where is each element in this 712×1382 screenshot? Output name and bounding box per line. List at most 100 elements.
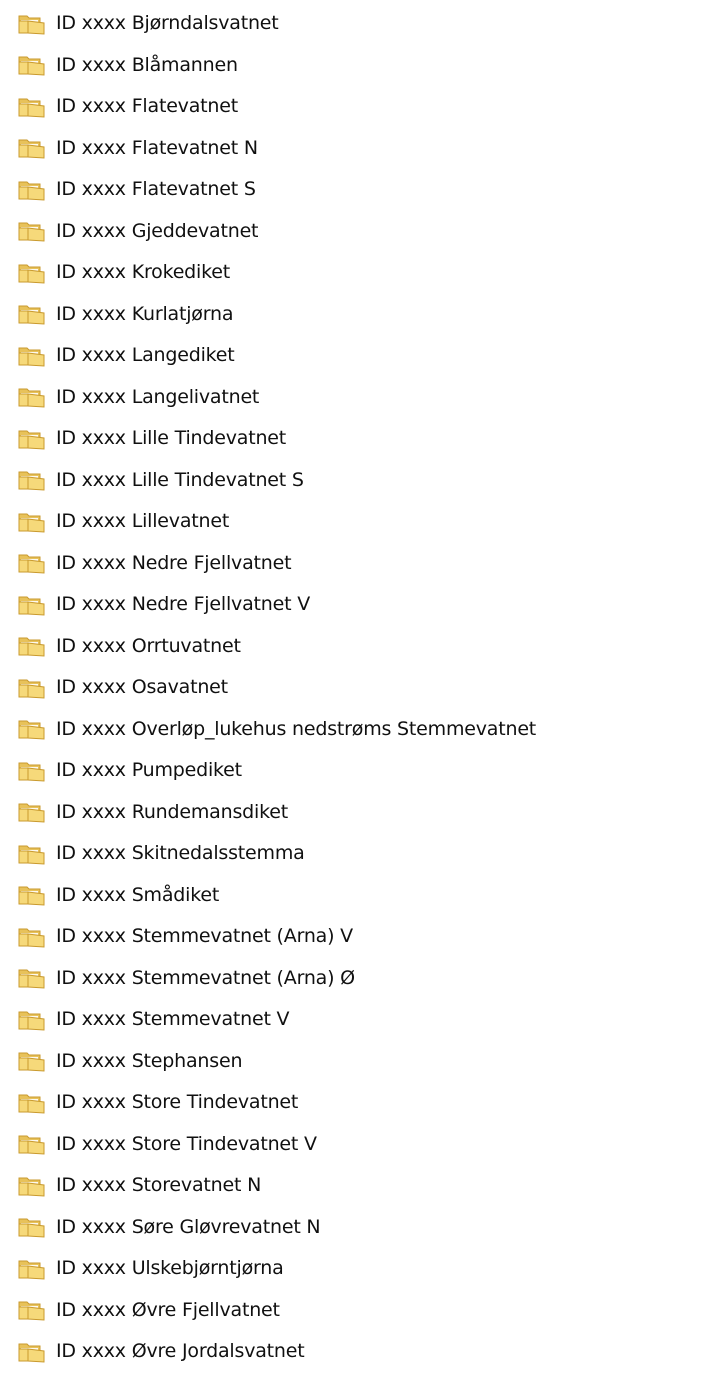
folder-name: ID xxxx Stephansen	[56, 1049, 243, 1072]
folder-icon	[18, 513, 45, 533]
folder-item[interactable]: ID xxxx Orrtuvatnet	[0, 626, 712, 668]
folder-icon	[18, 98, 45, 118]
folder-name: ID xxxx Krokediket	[56, 261, 230, 284]
folder-item[interactable]: ID xxxx Lille Tindevatnet	[0, 418, 712, 460]
folder-icon	[18, 803, 45, 823]
folder-name: ID xxxx Stemmevatnet (Arna) Ø	[56, 966, 355, 989]
folder-item[interactable]: ID xxxx Blåmannen	[0, 45, 712, 87]
folder-name: ID xxxx Blåmannen	[56, 53, 238, 76]
folder-item[interactable]: ID xxxx Gjeddevatnet	[0, 211, 712, 253]
folder-icon	[18, 969, 45, 989]
folder-item[interactable]: ID xxxx Osavatnet	[0, 667, 712, 709]
folder-item[interactable]: ID xxxx Smådiket	[0, 875, 712, 917]
folder-list: ID xxxx Bjørndalsvatnet ID xxxx Blåmannen…	[0, 3, 712, 1373]
folder-icon	[18, 139, 45, 159]
folder-icon	[18, 762, 45, 782]
folder-icon	[18, 222, 45, 242]
folder-item[interactable]: ID xxxx Flatevatnet	[0, 86, 712, 128]
folder-icon	[18, 886, 45, 906]
folder-item[interactable]: ID xxxx Krokediket	[0, 252, 712, 294]
folder-name: ID xxxx Smådiket	[56, 883, 220, 906]
folder-icon	[18, 1218, 45, 1238]
folder-name: ID xxxx Bjørndalsvatnet	[56, 12, 279, 35]
folder-item[interactable]: ID xxxx Nedre Fjellvatnet	[0, 543, 712, 585]
folder-icon	[18, 1177, 45, 1197]
folder-name: ID xxxx Søre Gløvrevatnet N	[56, 1215, 321, 1238]
folder-name: ID xxxx Ulskebjørntjørna	[56, 1257, 284, 1280]
folder-name: ID xxxx Flatevatnet N	[56, 136, 258, 159]
folder-icon	[18, 637, 45, 657]
folder-item[interactable]: ID xxxx Søre Gløvrevatnet N	[0, 1207, 712, 1249]
folder-item[interactable]: ID xxxx Øvre Fjellvatnet	[0, 1290, 712, 1332]
folder-icon	[18, 56, 45, 76]
folder-item[interactable]: ID xxxx Øvre Jordalsvatnet	[0, 1331, 712, 1373]
folder-item[interactable]: ID xxxx Rundemansdiket	[0, 792, 712, 834]
folder-name: ID xxxx Stemmevatnet V	[56, 1008, 290, 1031]
folder-item[interactable]: ID xxxx Langelivatnet	[0, 377, 712, 419]
folder-icon	[18, 305, 45, 325]
folder-name: ID xxxx Flatevatnet	[56, 95, 238, 118]
folder-name: ID xxxx Osavatnet	[56, 676, 228, 699]
folder-item[interactable]: ID xxxx Store Tindevatnet	[0, 1082, 712, 1124]
folder-icon	[18, 1011, 45, 1031]
folder-name: ID xxxx Stemmevatnet (Arna) V	[56, 925, 353, 948]
folder-item[interactable]: ID xxxx Stephansen	[0, 1041, 712, 1083]
folder-name: ID xxxx Rundemansdiket	[56, 800, 288, 823]
folder-name: ID xxxx Orrtuvatnet	[56, 634, 241, 657]
folder-icon	[18, 1260, 45, 1280]
folder-item[interactable]: ID xxxx Skitnedalsstemma	[0, 833, 712, 875]
folder-icon	[18, 471, 45, 491]
folder-item[interactable]: ID xxxx Flatevatnet S	[0, 169, 712, 211]
folder-name: ID xxxx Skitnedalsstemma	[56, 842, 305, 865]
folder-item[interactable]: ID xxxx Lille Tindevatnet S	[0, 460, 712, 502]
folder-icon	[18, 15, 45, 35]
folder-name: ID xxxx Øvre Fjellvatnet	[56, 1298, 280, 1321]
folder-item[interactable]: ID xxxx Ulskebjørntjørna	[0, 1248, 712, 1290]
folder-item[interactable]: ID xxxx Langediket	[0, 335, 712, 377]
folder-name: ID xxxx Lillevatnet	[56, 510, 230, 533]
folder-item[interactable]: ID xxxx Flatevatnet N	[0, 128, 712, 170]
folder-icon	[18, 181, 45, 201]
folder-item[interactable]: ID xxxx Nedre Fjellvatnet V	[0, 584, 712, 626]
folder-icon	[18, 430, 45, 450]
folder-item[interactable]: ID xxxx Bjørndalsvatnet	[0, 3, 712, 45]
folder-name: ID xxxx Store Tindevatnet	[56, 1091, 299, 1114]
folder-icon	[18, 1343, 45, 1363]
folder-icon	[18, 554, 45, 574]
folder-icon	[18, 928, 45, 948]
folder-item[interactable]: ID xxxx Kurlatjørna	[0, 294, 712, 336]
folder-name: ID xxxx Øvre Jordalsvatnet	[56, 1340, 305, 1363]
folder-name: ID xxxx Flatevatnet S	[56, 178, 256, 201]
folder-icon	[18, 347, 45, 367]
folder-name: ID xxxx Lille Tindevatnet S	[56, 468, 304, 491]
folder-item[interactable]: ID xxxx Stemmevatnet (Arna) V	[0, 916, 712, 958]
folder-name: ID xxxx Langelivatnet	[56, 385, 260, 408]
folder-icon	[18, 388, 45, 408]
folder-item[interactable]: ID xxxx Stemmevatnet V	[0, 999, 712, 1041]
folder-icon	[18, 596, 45, 616]
folder-name: ID xxxx Kurlatjørna	[56, 302, 234, 325]
folder-icon	[18, 1094, 45, 1114]
folder-icon	[18, 1301, 45, 1321]
folder-name: ID xxxx Gjeddevatnet	[56, 219, 259, 242]
folder-item[interactable]: ID xxxx Overløp_lukehus nedstrøms Stemme…	[0, 709, 712, 751]
folder-icon	[18, 720, 45, 740]
folder-item[interactable]: ID xxxx Lillevatnet	[0, 501, 712, 543]
folder-icon	[18, 264, 45, 284]
folder-name: ID xxxx Langediket	[56, 344, 235, 367]
folder-icon	[18, 1052, 45, 1072]
folder-name: ID xxxx Storevatnet N	[56, 1174, 262, 1197]
folder-name: ID xxxx Lille Tindevatnet	[56, 427, 287, 450]
folder-name: ID xxxx Pumpediket	[56, 759, 242, 782]
folder-item[interactable]: ID xxxx Store Tindevatnet V	[0, 1124, 712, 1166]
folder-icon	[18, 845, 45, 865]
folder-icon	[18, 1135, 45, 1155]
folder-name: ID xxxx Store Tindevatnet V	[56, 1132, 317, 1155]
folder-item[interactable]: ID xxxx Pumpediket	[0, 750, 712, 792]
folder-name: ID xxxx Nedre Fjellvatnet	[56, 551, 292, 574]
folder-name: ID xxxx Overløp_lukehus nedstrøms Stemme…	[56, 717, 537, 740]
folder-item[interactable]: ID xxxx Stemmevatnet (Arna) Ø	[0, 958, 712, 1000]
folder-item[interactable]: ID xxxx Storevatnet N	[0, 1165, 712, 1207]
folder-name: ID xxxx Nedre Fjellvatnet V	[56, 593, 310, 616]
folder-icon	[18, 679, 45, 699]
